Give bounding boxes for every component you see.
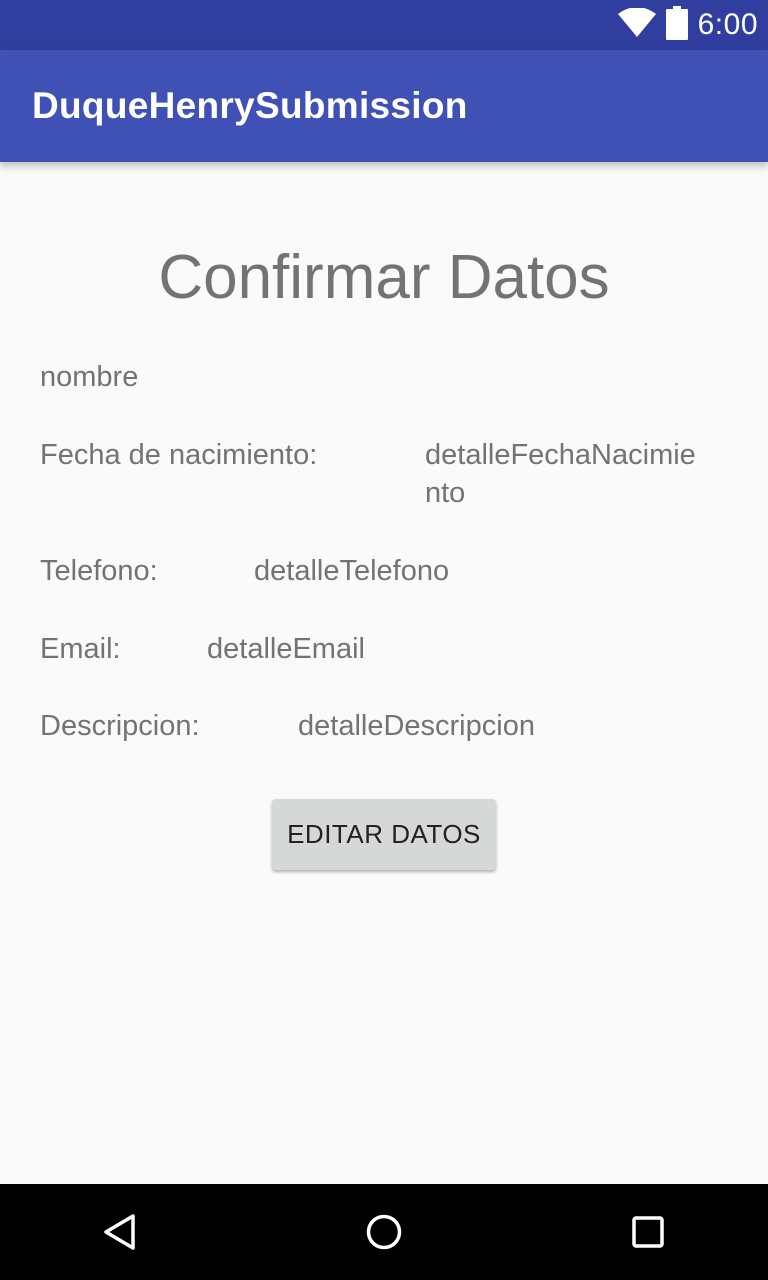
nav-recents-icon[interactable] bbox=[624, 1208, 672, 1256]
phone-label: Telefono: bbox=[40, 555, 158, 587]
phone-value: detalleTelefono bbox=[254, 555, 450, 587]
description-label: Descripcion: bbox=[40, 710, 200, 742]
name-value: nombre bbox=[40, 361, 139, 393]
description-value: detalleDescripcion bbox=[298, 710, 535, 742]
nav-home-icon[interactable] bbox=[360, 1208, 408, 1256]
nav-back-icon[interactable] bbox=[96, 1208, 144, 1256]
birthdate-label: Fecha de nacimiento: bbox=[40, 439, 318, 471]
wifi-icon bbox=[617, 6, 656, 43]
edit-data-button[interactable]: EDITAR DATOS bbox=[272, 799, 496, 870]
main-content: Confirmar Datos nombre Fecha de nacimien… bbox=[0, 162, 768, 1184]
app-title: DuqueHenrySubmission bbox=[32, 85, 468, 126]
birthdate-value-line2: nto bbox=[425, 477, 466, 509]
status-icons: 6:00 bbox=[617, 0, 758, 50]
page-title: Confirmar Datos bbox=[158, 243, 610, 312]
status-time: 6:00 bbox=[697, 8, 758, 41]
navigation-bar bbox=[0, 1184, 768, 1280]
email-label: Email: bbox=[40, 633, 121, 665]
app-bar: DuqueHenrySubmission bbox=[0, 50, 768, 162]
birthdate-value-line1: detalleFechaNacimie bbox=[425, 439, 696, 471]
status-bar: 6:00 bbox=[0, 0, 768, 50]
email-value: detalleEmail bbox=[207, 633, 365, 665]
battery-icon bbox=[665, 5, 688, 45]
birthdate-value: detalleFechaNacimie nto bbox=[425, 436, 696, 512]
